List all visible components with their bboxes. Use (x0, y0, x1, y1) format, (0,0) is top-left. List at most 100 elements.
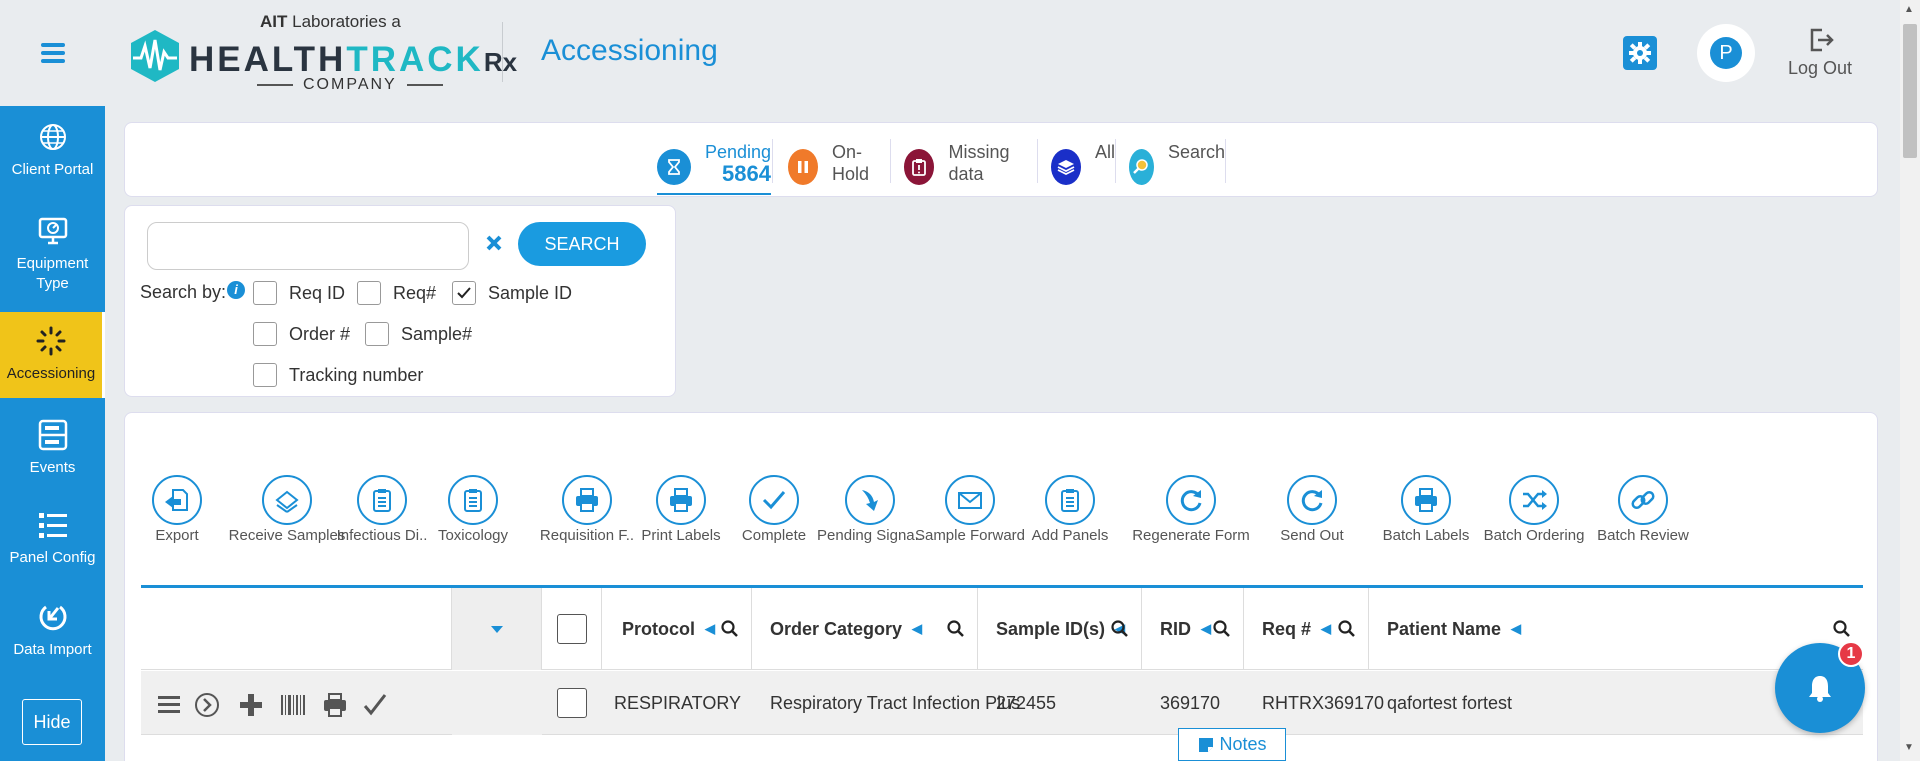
check-icon[interactable] (361, 691, 389, 719)
export-button[interactable]: Export (127, 475, 227, 544)
envelope-icon (958, 492, 982, 509)
column-header-order-category[interactable]: Order Category ◀ (752, 588, 978, 670)
batch-labels-button[interactable]: Batch Labels (1376, 475, 1476, 544)
checkbox-req-id[interactable]: Req ID (253, 281, 345, 305)
complete-button[interactable]: Complete (724, 475, 824, 544)
toolbar-label: Complete (741, 527, 807, 544)
checkbox-checked[interactable] (452, 281, 476, 305)
search-icon[interactable] (1213, 620, 1231, 638)
table-row[interactable] (141, 736, 1863, 761)
sort-icon[interactable]: ◀ (1511, 621, 1521, 637)
settings-button[interactable] (1623, 36, 1657, 70)
column-header-protocol[interactable]: Protocol ◀ (602, 588, 752, 670)
checkbox[interactable] (357, 281, 381, 305)
tab-label: Search (1167, 142, 1225, 162)
logo-wordmark: HEALTHTRACKRx (189, 40, 518, 79)
tab-on-hold[interactable]: On-Hold (788, 137, 888, 195)
search-icon[interactable] (1833, 620, 1851, 638)
hamburger-menu-button[interactable] (0, 0, 105, 106)
sort-icon[interactable]: ◀ (705, 621, 715, 637)
infectious-disease-button[interactable]: Infectious Di.. (332, 475, 432, 544)
hide-sidebar-button[interactable]: Hide (22, 699, 82, 745)
menu-icon[interactable] (155, 691, 183, 719)
chevron-down-icon (490, 626, 503, 633)
sidebar-item-equipment-type[interactable]: Equipment Type (0, 214, 105, 304)
import-icon (39, 605, 66, 631)
send-out-button[interactable]: Send Out (1262, 475, 1362, 544)
sidebar-item-data-import[interactable]: Data Import (0, 600, 105, 678)
tab-search[interactable]: Search (1129, 137, 1225, 195)
column-header-req-num[interactable]: Req # ◀ (1244, 588, 1369, 670)
add-panels-button[interactable]: Add Panels (1020, 475, 1120, 544)
row-checkbox[interactable] (557, 688, 587, 718)
sidebar-item-panel-config[interactable]: Panel Config (0, 508, 105, 586)
actions-column-header (141, 588, 452, 670)
batch-ordering-button[interactable]: Batch Ordering (1484, 475, 1584, 544)
select-all-column-header (542, 588, 602, 670)
sidebar-item-accessioning[interactable]: Accessioning (0, 312, 105, 398)
search-input[interactable] (147, 222, 469, 270)
tab-label: All (1094, 142, 1115, 162)
company-logo[interactable]: AIT Laboratories a HEALTHTRACKRx COMPANY (127, 10, 517, 95)
sort-icon[interactable]: ◀ (912, 621, 922, 637)
search-button[interactable]: SEARCH (518, 222, 646, 266)
scrollbar-thumb[interactable] (1903, 24, 1917, 158)
cell-sample-id: 272455 (996, 692, 1057, 713)
column-header-sample-ids[interactable]: Sample ID(s) ◀ (978, 588, 1142, 670)
sort-icon[interactable]: ◀ (1201, 621, 1211, 637)
checkbox[interactable] (365, 322, 389, 346)
clear-search-button[interactable] (482, 232, 506, 256)
tab-all[interactable]: All (1051, 137, 1115, 195)
receive-samples-button[interactable]: Receive Samples (229, 475, 345, 544)
logout-button[interactable]: Log Out (1785, 26, 1855, 79)
checkbox-req-num[interactable]: Req# (357, 281, 436, 305)
toxicology-button[interactable]: Toxicology (423, 475, 523, 544)
checkbox-sample-num[interactable]: Sample# (365, 322, 472, 346)
search-icon[interactable] (721, 620, 739, 638)
batch-review-button[interactable]: Batch Review (1593, 475, 1693, 544)
user-menu-button[interactable]: P (1697, 24, 1755, 82)
grid-panel: Export Receive Samples Infectious Di.. T… (124, 412, 1878, 761)
info-icon[interactable]: i (227, 281, 245, 299)
tab-separator (1225, 139, 1226, 183)
sidebar-item-events[interactable]: Events (0, 418, 105, 496)
refresh-icon (1301, 490, 1323, 512)
regenerate-form-button[interactable]: Regenerate Form (1126, 475, 1256, 544)
print-labels-button[interactable]: Print Labels (631, 475, 731, 544)
select-all-checkbox[interactable] (556, 614, 587, 644)
checkbox[interactable] (253, 322, 277, 346)
scroll-down-icon[interactable]: ▼ (1904, 742, 1914, 753)
hourglass-icon (657, 149, 691, 185)
checkbox[interactable] (253, 281, 277, 305)
sidebar-item-client-portal[interactable]: Client Portal (0, 120, 105, 198)
expand-column-header[interactable] (452, 588, 542, 670)
scroll-up-icon[interactable]: ▲ (1904, 4, 1914, 15)
barcode-icon[interactable] (279, 691, 307, 719)
page-scrollbar[interactable]: ▲ ▼ (1900, 0, 1920, 761)
checkbox-tracking-number[interactable]: Tracking number (253, 363, 423, 387)
tab-missing-data[interactable]: Missing data (904, 137, 1034, 195)
chevron-right-circle-icon[interactable] (193, 691, 221, 719)
clipboard-icon (373, 489, 391, 512)
checkbox[interactable] (253, 363, 277, 387)
notes-button[interactable]: Notes (1178, 728, 1286, 761)
search-icon[interactable] (1338, 620, 1356, 638)
search-icon[interactable] (947, 620, 965, 638)
checkbox-order-num[interactable]: Order # (253, 322, 350, 346)
tab-pending[interactable]: Pending 5864 (657, 137, 771, 195)
requisition-form-button[interactable]: Requisition F.. (537, 475, 637, 544)
table-row[interactable]: RESPIRATORY Respiratory Tract Infection … (141, 671, 1863, 735)
sample-forward-button[interactable]: Sample Forward (910, 475, 1030, 544)
toolbar-label: Export (155, 527, 199, 544)
pause-icon (788, 149, 819, 185)
pending-signature-button[interactable]: Pending Signa.. (817, 475, 923, 544)
search-icon[interactable] (1111, 620, 1129, 638)
printer-icon[interactable] (321, 691, 349, 719)
sort-icon[interactable]: ◀ (1321, 621, 1331, 637)
checkbox-sample-id[interactable]: Sample ID (452, 281, 572, 305)
column-header-rid[interactable]: RID ◀ (1142, 588, 1244, 670)
check-icon (457, 287, 471, 299)
tab-label: On-Hold (832, 142, 870, 184)
clipboard-icon (904, 149, 935, 185)
plus-icon[interactable] (237, 691, 265, 719)
